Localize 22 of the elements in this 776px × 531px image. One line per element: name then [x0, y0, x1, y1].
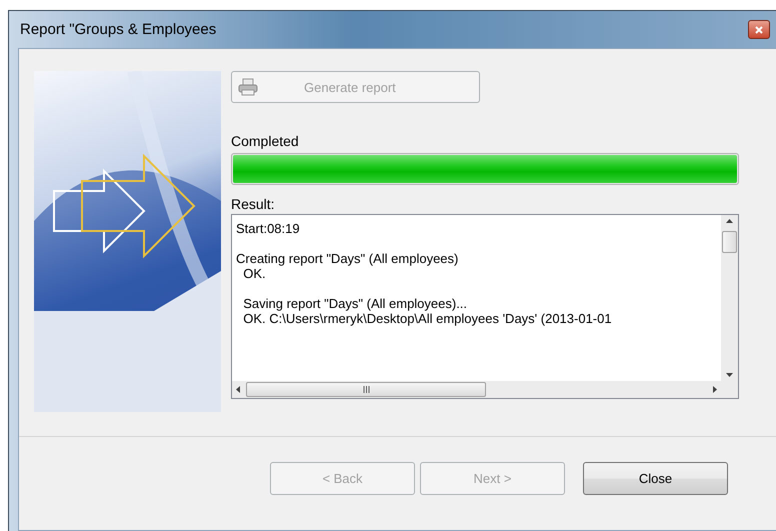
- printer-icon: [238, 78, 258, 96]
- log-line: Creating report "Days" (All employees): [236, 251, 458, 266]
- scroll-thumb[interactable]: [246, 382, 486, 397]
- grip-icon: [362, 386, 370, 393]
- log-line: OK.: [242, 266, 266, 281]
- right-arrow-icon: [713, 386, 717, 393]
- up-arrow-icon: [726, 219, 733, 223]
- log-line: Start:08:19: [236, 221, 300, 236]
- close-window-button[interactable]: [748, 20, 770, 39]
- result-log[interactable]: Start:08:19 Creating report "Days" (All employees) OK. Saving report "Days" (All employees)... OK. C:\Users\rmeryk\Desktop\All employees 'Days' (2013-01-01: [231, 214, 739, 399]
- log-line: Saving report "Days" (All employees)...: [242, 296, 468, 311]
- vertical-scrollbar[interactable]: [721, 215, 738, 381]
- status-label: Completed: [231, 133, 300, 149]
- close-button[interactable]: Close: [583, 462, 728, 495]
- horizontal-scrollbar[interactable]: [232, 381, 721, 398]
- left-arrow-icon: [236, 386, 240, 393]
- result-label: Result:: [231, 196, 276, 212]
- window-title: Report "Groups & Employees: [20, 21, 216, 38]
- down-arrow-icon: [726, 373, 733, 377]
- close-icon: [755, 26, 763, 34]
- scroll-thumb[interactable]: [722, 231, 737, 253]
- log-line: OK. C:\Users\rmeryk\Desktop\All employees 'Days' (2013-01-01: [242, 311, 612, 326]
